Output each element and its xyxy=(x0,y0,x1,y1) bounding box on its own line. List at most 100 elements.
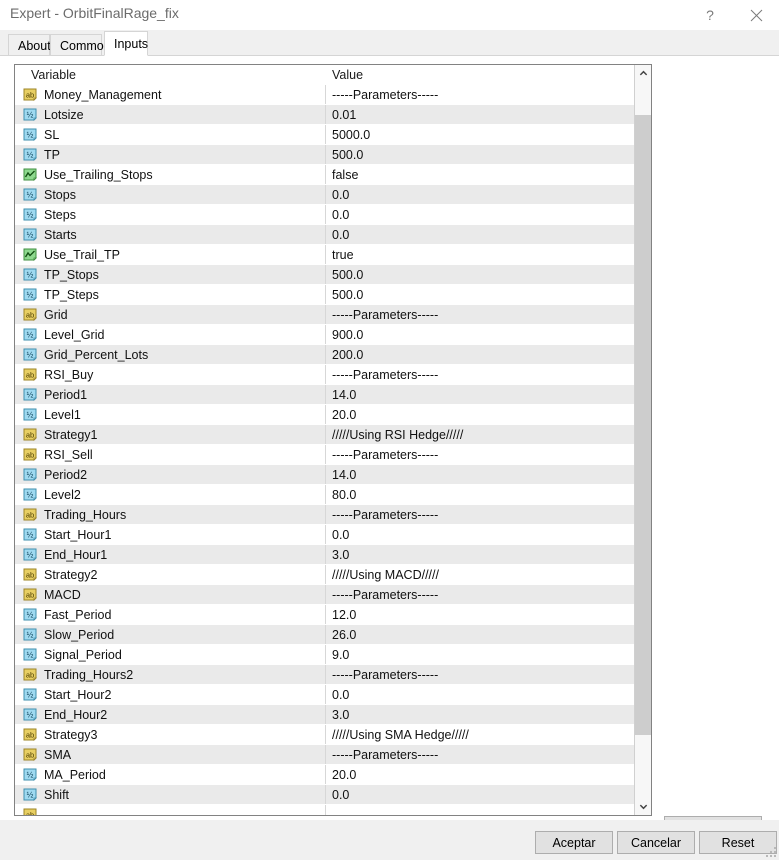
variable-cell[interactable]: ½ Level2 xyxy=(15,485,326,504)
value-cell[interactable]: /////Using SMA Hedge///// xyxy=(326,725,635,744)
value-cell[interactable]: 12.0 xyxy=(326,605,635,624)
value-cell[interactable]: /////Using RSI Hedge///// xyxy=(326,425,635,444)
value-cell[interactable]: -----Parameters----- xyxy=(326,585,635,604)
value-cell[interactable]: -----Parameters----- xyxy=(326,445,635,464)
variable-cell[interactable]: ab RSI_Buy xyxy=(15,365,326,384)
value-cell[interactable]: -----Parameters----- xyxy=(326,745,635,764)
value-cell[interactable]: 5000.0 xyxy=(326,125,635,144)
table-row[interactable]: ½ Signal_Period 9.0 xyxy=(15,645,635,665)
variable-cell[interactable]: ab Grid xyxy=(15,305,326,324)
value-cell[interactable]: 9.0 xyxy=(326,645,635,664)
variable-cell[interactable]: ab Strategy3 xyxy=(15,725,326,744)
variable-cell[interactable]: ½ Lotsize xyxy=(15,105,326,124)
variable-cell[interactable]: ½ MA_Period xyxy=(15,765,326,784)
table-row[interactable]: ½ Lotsize 0.01 xyxy=(15,105,635,125)
tab-about[interactable]: About xyxy=(8,34,51,56)
variable-cell[interactable]: ½ SL xyxy=(15,125,326,144)
resize-grip-icon[interactable] xyxy=(765,846,777,858)
cancel-button[interactable]: Cancelar xyxy=(617,831,695,854)
value-cell[interactable]: -----Parameters----- xyxy=(326,85,635,104)
table-row[interactable]: ab RSI_Sell -----Parameters----- xyxy=(15,445,635,465)
value-cell[interactable]: 500.0 xyxy=(326,145,635,164)
scroll-down-button[interactable] xyxy=(635,798,651,815)
variable-cell[interactable]: Use_Trailing_Stops xyxy=(15,165,326,184)
variable-cell[interactable]: ½ End_Hour2 xyxy=(15,705,326,724)
value-cell[interactable]: -----Parameters----- xyxy=(326,505,635,524)
table-row[interactable]: ½ Level1 20.0 xyxy=(15,405,635,425)
table-row[interactable]: ½ Slow_Period 26.0 xyxy=(15,625,635,645)
table-row[interactable]: ½ Level2 80.0 xyxy=(15,485,635,505)
value-cell[interactable]: 14.0 xyxy=(326,385,635,404)
value-cell[interactable]: 0.0 xyxy=(326,205,635,224)
value-cell[interactable]: 200.0 xyxy=(326,345,635,364)
variable-cell[interactable]: ½ Start_Hour2 xyxy=(15,685,326,704)
table-row[interactable]: ½ Steps 0.0 xyxy=(15,205,635,225)
variable-cell[interactable]: ½ Slow_Period xyxy=(15,625,326,644)
value-cell[interactable]: /////Using MACD///// xyxy=(326,565,635,584)
variable-cell[interactable]: ab RSI_Sell xyxy=(15,445,326,464)
variable-cell[interactable]: ½ Stops xyxy=(15,185,326,204)
table-row[interactable]: ½ Fast_Period 12.0 xyxy=(15,605,635,625)
table-row[interactable]: ½ Stops 0.0 xyxy=(15,185,635,205)
value-cell[interactable]: 14.0 xyxy=(326,465,635,484)
table-row[interactable]: ½ Grid_Percent_Lots 200.0 xyxy=(15,345,635,365)
variable-cell[interactable]: ab Money_Management xyxy=(15,85,326,104)
variable-cell[interactable]: ½ Signal_Period xyxy=(15,645,326,664)
inputs-grid[interactable]: Variable Value ab Money_Management -----Pa… xyxy=(14,64,652,816)
variable-cell[interactable]: ½ Steps xyxy=(15,205,326,224)
variable-cell[interactable]: ½ Starts xyxy=(15,225,326,244)
value-cell[interactable]: 0.01 xyxy=(326,105,635,124)
variable-cell[interactable]: ½ Level1 xyxy=(15,405,326,424)
table-row[interactable]: ½ Level_Grid 900.0 xyxy=(15,325,635,345)
table-row[interactable]: ab MACD -----Parameters----- xyxy=(15,585,635,605)
value-cell[interactable]: 0.0 xyxy=(326,185,635,204)
table-row[interactable]: ½ Period2 14.0 xyxy=(15,465,635,485)
value-cell[interactable]: 0.0 xyxy=(326,525,635,544)
table-row[interactable]: ½ TP_Stops 500.0 xyxy=(15,265,635,285)
variable-cell[interactable]: ab Strategy1 xyxy=(15,425,326,444)
value-cell[interactable]: true xyxy=(326,245,635,264)
variable-cell[interactable]: ab Trading_Hours2 xyxy=(15,665,326,684)
variable-cell[interactable]: ½ Level_Grid xyxy=(15,325,326,344)
table-row[interactable]: ab Strategy1 /////Using RSI Hedge///// xyxy=(15,425,635,445)
table-row[interactable]: ab Money_Management -----Parameters----- xyxy=(15,85,635,105)
variable-cell[interactable]: ab Trading_Hours xyxy=(15,505,326,524)
variable-cell[interactable]: ½ Period1 xyxy=(15,385,326,404)
table-row[interactable]: ½ Starts 0.0 xyxy=(15,225,635,245)
value-cell[interactable]: -----Parameters----- xyxy=(326,365,635,384)
table-row[interactable]: ½ End_Hour1 3.0 xyxy=(15,545,635,565)
scrollbar-thumb[interactable] xyxy=(635,115,651,735)
variable-cell[interactable]: Use_Trail_TP xyxy=(15,245,326,264)
value-cell[interactable]: 500.0 xyxy=(326,265,635,284)
table-row[interactable]: ½ SL 5000.0 xyxy=(15,125,635,145)
value-cell[interactable]: 26.0 xyxy=(326,625,635,644)
accept-button[interactable]: Aceptar xyxy=(535,831,613,854)
variable-cell[interactable]: ½ End_Hour1 xyxy=(15,545,326,564)
variable-cell[interactable]: ½ Start_Hour1 xyxy=(15,525,326,544)
variable-cell[interactable]: ab MACD xyxy=(15,585,326,604)
variable-cell[interactable]: ½ TP_Stops xyxy=(15,265,326,284)
table-row[interactable]: ab RSI_Buy -----Parameters----- xyxy=(15,365,635,385)
value-cell[interactable]: 20.0 xyxy=(326,765,635,784)
table-row[interactable]: Use_Trailing_Stops false xyxy=(15,165,635,185)
table-row[interactable]: ½ TP 500.0 xyxy=(15,145,635,165)
variable-cell[interactable]: ab Strategy2 xyxy=(15,565,326,584)
scroll-up-button[interactable] xyxy=(635,65,651,82)
grid-vertical-scrollbar[interactable] xyxy=(634,65,651,815)
value-cell[interactable]: false xyxy=(326,165,635,184)
table-row[interactable]: ab Grid -----Parameters----- xyxy=(15,305,635,325)
value-cell[interactable]: 500.0 xyxy=(326,285,635,304)
help-button[interactable]: ? xyxy=(687,0,733,30)
table-row[interactable]: ab Trading_Hours -----Parameters----- xyxy=(15,505,635,525)
value-cell[interactable] xyxy=(326,805,635,815)
variable-cell[interactable]: ab xyxy=(15,805,326,815)
value-cell[interactable]: 0.0 xyxy=(326,685,635,704)
value-cell[interactable]: 3.0 xyxy=(326,545,635,564)
variable-cell[interactable]: ½ Grid_Percent_Lots xyxy=(15,345,326,364)
value-cell[interactable]: 900.0 xyxy=(326,325,635,344)
variable-cell[interactable]: ½ Shift xyxy=(15,785,326,804)
value-cell[interactable]: 80.0 xyxy=(326,485,635,504)
table-row[interactable]: ab xyxy=(15,805,635,815)
value-cell[interactable]: 20.0 xyxy=(326,405,635,424)
table-row[interactable]: ½ Period1 14.0 xyxy=(15,385,635,405)
